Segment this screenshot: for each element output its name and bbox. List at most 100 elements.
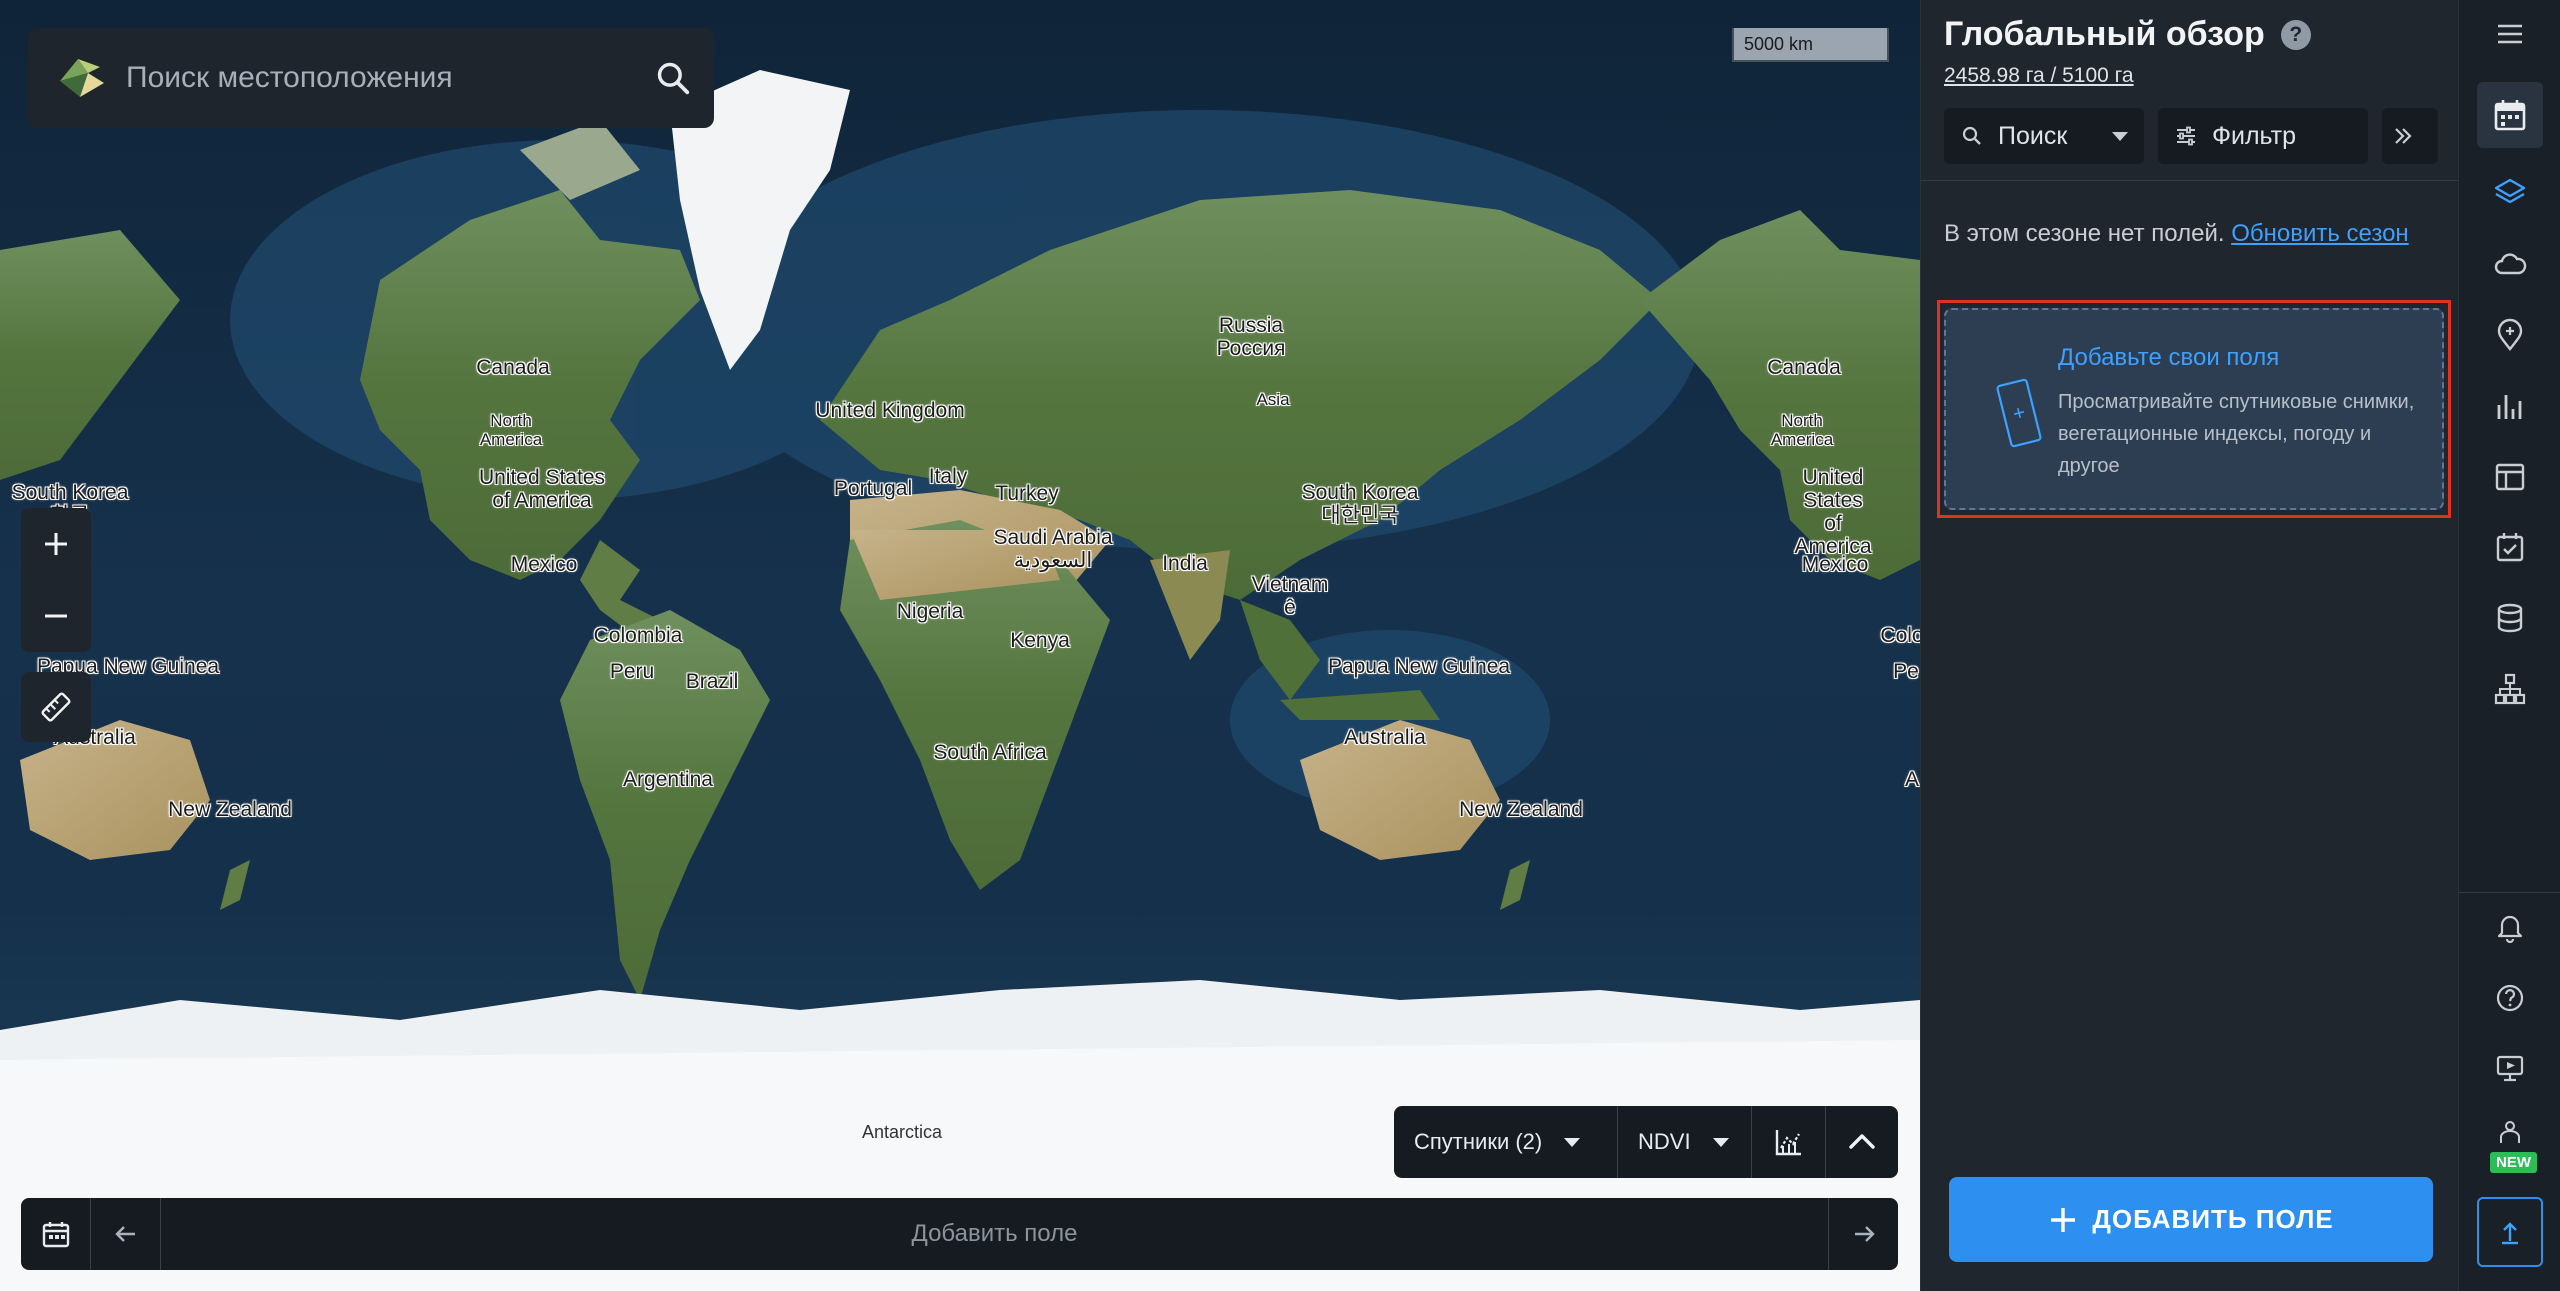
location-search-input[interactable]: Поиск местоположения: [126, 61, 654, 95]
map-label-peru-2: Pe: [1893, 660, 1919, 683]
map-label-united-kingdom: United Kingdom: [815, 399, 965, 422]
map-label-mexico-2: Mexico: [1801, 553, 1869, 576]
new-badge: NEW: [2490, 1152, 2537, 1173]
map-label-south-africa: South Africa: [933, 741, 1047, 764]
zoom-controls: [21, 508, 91, 652]
nav-data[interactable]: [2459, 588, 2560, 648]
calendar-icon: [42, 1222, 69, 1248]
add-field-button-label: ДОБАВИТЬ ПОЛЕ: [2092, 1204, 2334, 1234]
map-label-nigeria: Nigeria: [896, 600, 964, 623]
index-label: NDVI: [1638, 1129, 1691, 1154]
map-label-vietnam: Vietnam ê: [1251, 573, 1329, 620]
nav-analytics[interactable]: [2459, 376, 2560, 436]
help-icon: [2496, 984, 2524, 1012]
field-search-dropdown[interactable]: Поиск: [1944, 108, 2144, 164]
map-label-india: India: [1162, 552, 1208, 575]
map-label-colombia: Colombia: [593, 624, 683, 647]
double-chevron-right-icon: [2395, 128, 2412, 144]
update-season-link[interactable]: Обновить сезон: [2231, 220, 2409, 247]
nav-notifications[interactable]: [2459, 897, 2560, 957]
monitor-icon: [2496, 1055, 2524, 1082]
add-fields-card[interactable]: Добавьте свои поля Просматривайте спутни…: [1944, 308, 2444, 510]
upload-button[interactable]: [2477, 1197, 2543, 1267]
plus-icon: [2051, 1207, 2076, 1232]
add-fields-title: Добавьте свои поля: [2058, 344, 2280, 371]
world-map-imagery: [0, 70, 1920, 1291]
expand-panel-button[interactable]: [2382, 108, 2438, 164]
area-summary-link[interactable]: 2458.98 га / 5100 га: [1944, 64, 2134, 88]
map-label-brazil: Brazil: [685, 670, 739, 693]
nav-organization[interactable]: [2459, 659, 2560, 719]
nav-assistant[interactable]: [2459, 1110, 2560, 1154]
robot-icon: [2500, 1121, 2520, 1143]
caret-down-icon: [2112, 131, 2128, 141]
caret-down-icon: [1564, 1137, 1581, 1147]
nav-presentation[interactable]: [2459, 1038, 2560, 1098]
map-label-north-america: North America: [479, 411, 543, 449]
chevron-up-icon: [1849, 1134, 1875, 1149]
previous-date-button[interactable]: [91, 1198, 161, 1270]
next-date-button[interactable]: [1828, 1198, 1898, 1270]
map-label-portugal: Portugal: [833, 477, 913, 500]
nav-tasks[interactable]: [2459, 517, 2560, 577]
map-label-north-america-2: North America: [1770, 411, 1834, 449]
panel-title: Глобальный обзор ?: [1944, 15, 2311, 54]
app-logo-icon: [60, 59, 104, 97]
location-pin-icon: [2497, 318, 2523, 351]
map-view[interactable]: Canada North America United States of Am…: [0, 0, 1920, 1291]
satellites-dropdown[interactable]: Спутники (2): [1394, 1106, 1618, 1178]
measure-button[interactable]: [21, 672, 91, 742]
nav-rail: NEW: [2458, 0, 2560, 1291]
index-dropdown[interactable]: NDVI: [1618, 1106, 1752, 1178]
nav-weather[interactable]: [2459, 234, 2560, 294]
map-label-new-zealand-2: New Zealand: [1459, 798, 1583, 821]
task-calendar-icon: [2496, 533, 2524, 562]
add-field-icon: [1996, 378, 2042, 448]
search-icon: [1962, 126, 1981, 145]
fields-panel: Глобальный обзор ? 2458.98 га / 5100 га …: [1920, 0, 2459, 1291]
ruler-icon: [41, 692, 71, 722]
menu-button[interactable]: [2459, 4, 2560, 64]
map-label-antarctica: Antarctica: [861, 1122, 943, 1142]
add-field-timeline-label[interactable]: Добавить поле: [161, 1198, 1828, 1270]
map-label-colombia-2: Colo: [1880, 624, 1920, 647]
help-icon[interactable]: ?: [2280, 19, 2311, 50]
nav-calendar[interactable]: [2459, 85, 2560, 145]
bell-icon: [2497, 915, 2523, 943]
map-label-russia: Russia Россия: [1216, 314, 1286, 361]
nav-scouting[interactable]: [2459, 305, 2560, 365]
app-root: Canada North America United States of Am…: [0, 0, 2560, 1291]
caret-down-icon: [1712, 1137, 1729, 1147]
zoom-in-button[interactable]: [21, 508, 91, 580]
calendar-button[interactable]: [21, 1198, 91, 1270]
nav-help[interactable]: [2459, 968, 2560, 1028]
chart-toggle-button[interactable]: [1752, 1106, 1826, 1178]
filter-label: Фильтр: [2212, 121, 2296, 150]
map-label-italy: Italy: [928, 465, 968, 488]
calendar-icon: [2494, 100, 2526, 131]
database-icon: [2497, 603, 2523, 633]
add-fields-description: Просматривайте спутниковые снимки, вегет…: [2058, 391, 2415, 477]
map-label-usa-2: United States of America: [1794, 466, 1872, 559]
search-icon[interactable]: [654, 59, 692, 97]
arrow-right-icon: [1854, 1226, 1875, 1242]
add-field-button[interactable]: ДОБАВИТЬ ПОЛЕ: [1949, 1177, 2433, 1262]
map-label-argentina-2: A: [1904, 768, 1920, 791]
map-label-papua-new-guinea-2: Papua New Guinea: [1327, 655, 1511, 678]
collapse-panel-button[interactable]: [1826, 1106, 1898, 1178]
arrow-left-icon: [114, 1226, 135, 1242]
map-label-mexico: Mexico: [510, 553, 578, 576]
zoom-out-button[interactable]: [21, 580, 91, 652]
map-label-argentina: Argentina: [623, 768, 713, 791]
map-label-kenya: Kenya: [1010, 629, 1070, 652]
nav-layout[interactable]: [2459, 447, 2560, 507]
minus-icon: [45, 614, 67, 618]
nav-layers[interactable]: [2459, 163, 2560, 223]
timeline-bar: Добавить поле: [21, 1198, 1898, 1270]
map-label-new-zealand: New Zealand: [168, 798, 292, 821]
map-label-canada-2: Canada: [1767, 356, 1841, 379]
location-search-box[interactable]: Поиск местоположения: [28, 28, 714, 128]
satellites-label: Спутники (2): [1414, 1129, 1543, 1154]
filter-button[interactable]: Фильтр: [2158, 108, 2368, 164]
filter-sliders-icon: [2177, 126, 2195, 146]
